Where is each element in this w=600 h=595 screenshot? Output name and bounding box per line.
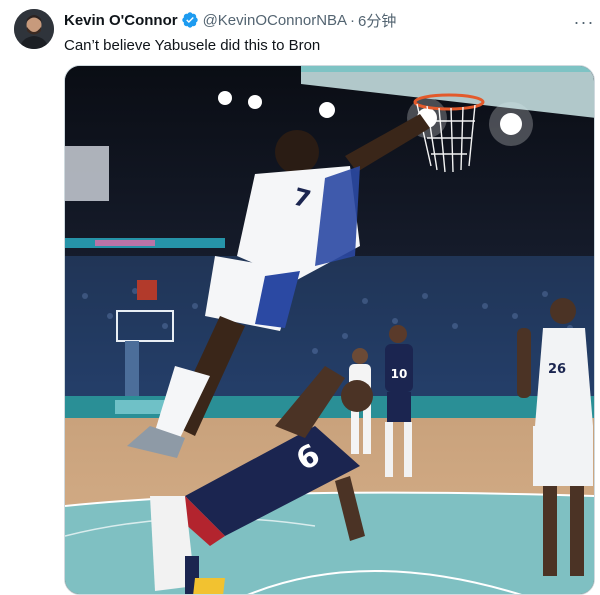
tweet-text: Can’t believe Yabusele did this to Bron [64,37,321,54]
header-separator: · [350,11,356,29]
tweet-timestamp[interactable]: 6分钟 [358,10,396,31]
tweet-card[interactable]: Kevin O'Connor @KevinOConnorNBA · 6分钟 ··… [0,0,600,595]
verified-badge-icon [181,12,198,28]
background-usa-number: 10 [391,367,408,381]
tweet-media-photo[interactable]: 10 26 6 7 [64,65,595,595]
dunk-photo: 10 26 6 7 [65,66,594,594]
right-player-number: 26 [548,362,566,377]
tweet-header: Kevin O'Connor @KevinOConnorNBA · 6分钟 [64,10,396,30]
author-name[interactable]: Kevin O'Connor [64,12,178,29]
author-handle[interactable]: @KevinOConnorNBA [203,12,347,29]
more-horizontal-icon: ··· [573,12,595,32]
author-avatar[interactable] [14,9,54,49]
more-options-button[interactable]: ··· [573,11,595,33]
